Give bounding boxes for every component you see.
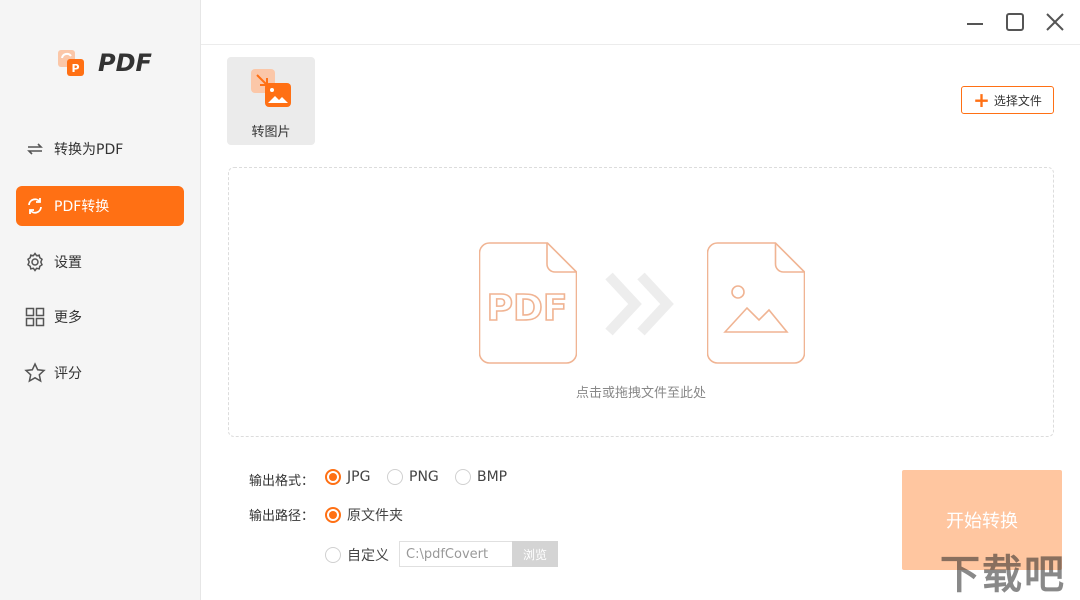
- format-radio-jpg[interactable]: JPG: [325, 469, 370, 485]
- minimize-button[interactable]: [963, 10, 987, 34]
- logo-icon: P: [58, 50, 84, 76]
- start-convert-label: 开始转换: [946, 511, 1018, 532]
- drop-hint: 点击或拖拽文件至此处: [575, 386, 706, 401]
- convert-arrows-icon: [24, 138, 46, 160]
- maximize-icon: [1006, 13, 1024, 31]
- pdf-file-icon: PDF: [479, 242, 577, 364]
- close-button[interactable]: [1043, 10, 1067, 34]
- logo-text: PDF: [98, 49, 152, 77]
- to-image-icon: [249, 67, 293, 115]
- pdf-icon-text: PDF: [487, 288, 568, 329]
- sidebar-item-more[interactable]: 更多: [16, 297, 184, 337]
- grid-icon: [24, 306, 46, 328]
- minimize-icon: [967, 23, 983, 25]
- select-file-button[interactable]: + 选择文件: [961, 86, 1054, 114]
- sidebar-item-label: 转换为PDF: [54, 142, 124, 158]
- gear-icon: [24, 251, 46, 273]
- format-radio-png[interactable]: PNG: [387, 469, 439, 485]
- sidebar-item-rate[interactable]: 评分: [16, 353, 184, 393]
- refresh-icon: [24, 195, 46, 217]
- radio-label: 自定义: [347, 548, 389, 564]
- path-radio-custom[interactable]: 自定义: [325, 545, 389, 565]
- tab-to-image[interactable]: 转图片: [227, 57, 315, 145]
- double-chevron-right-icon: [605, 272, 674, 336]
- output-path-label: 输出路径：: [249, 509, 315, 524]
- sidebar-item-pdf-convert[interactable]: PDF转换: [16, 186, 184, 226]
- radio-dot: [325, 507, 341, 523]
- sidebar-item-settings[interactable]: 设置: [16, 242, 184, 282]
- browse-button[interactable]: 浏览: [512, 541, 558, 567]
- radio-label: JPG: [347, 469, 371, 485]
- sidebar-item-label: 设置: [54, 255, 82, 271]
- plus-icon: +: [973, 88, 990, 112]
- tab-label: 转图片: [251, 125, 291, 140]
- maximize-button[interactable]: [1003, 10, 1027, 34]
- radio-dot: [455, 469, 471, 485]
- radio-dot: [325, 547, 341, 563]
- watermark: 下载吧: [940, 552, 1066, 598]
- radio-label: BMP: [477, 469, 508, 485]
- star-icon: [24, 362, 46, 384]
- radio-dot: [387, 469, 403, 485]
- select-file-label: 选择文件: [993, 93, 1042, 108]
- radio-label: PNG: [409, 469, 439, 485]
- sidebar-item-label: PDF转换: [54, 199, 110, 215]
- sidebar-item-label: 评分: [54, 366, 82, 382]
- output-format-label: 输出格式：: [249, 474, 315, 489]
- sidebar-item-label: 更多: [54, 310, 82, 326]
- radio-dot: [325, 469, 341, 485]
- path-radio-original[interactable]: 原文件夹: [325, 505, 403, 525]
- image-file-icon: [707, 242, 805, 364]
- output-path-input[interactable]: [399, 541, 512, 567]
- title-bar: [201, 0, 1080, 45]
- format-radio-bmp[interactable]: BMP: [455, 469, 507, 485]
- sidebar-item-convert-to-pdf[interactable]: 转换为PDF: [16, 129, 184, 169]
- radio-label: 原文件夹: [347, 508, 403, 524]
- svg-text:P: P: [71, 62, 79, 75]
- sidebar: P PDF 转换为PDF PDF转换 设置 更多 评分: [0, 0, 201, 600]
- file-drop-zone[interactable]: PDF 点击或拖拽文件至此处: [228, 167, 1054, 437]
- app-logo: P PDF: [56, 48, 152, 78]
- close-icon: [1046, 13, 1064, 31]
